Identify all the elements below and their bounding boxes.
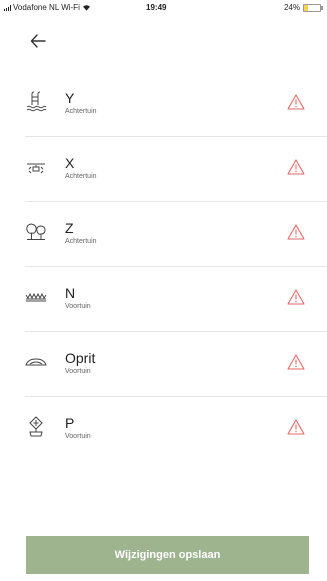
list-item[interactable]: Z Achtertuin — [25, 202, 327, 267]
item-title: N — [65, 285, 76, 301]
lawn-icon — [25, 292, 47, 302]
driveway-icon — [25, 358, 47, 366]
warning-icon — [287, 289, 305, 305]
sprinkler-icon — [27, 163, 45, 174]
battery-icon — [303, 3, 323, 12]
warning-icon — [287, 419, 305, 435]
carrier-label: Vodafone NL Wi-Fi — [13, 3, 80, 12]
item-subtitle: Voortuin — [65, 368, 91, 375]
warning-icon — [287, 94, 305, 110]
list-item[interactable]: Y Achtertuin — [25, 72, 327, 137]
trees-icon — [26, 223, 46, 240]
item-subtitle: Achtertuin — [65, 173, 97, 180]
status-time: 19:49 — [146, 3, 167, 12]
warning-icon — [287, 354, 305, 370]
item-subtitle: Achtertuin — [65, 108, 97, 115]
battery-fill — [304, 4, 308, 11]
wifi-icon — [82, 5, 90, 11]
status-bar: Vodafone NL Wi-Fi 19:49 24% — [0, 0, 327, 14]
status-right: 24% — [283, 3, 323, 12]
list-item[interactable]: N Voortuin — [25, 267, 327, 332]
status-left: Vodafone NL Wi-Fi — [4, 3, 91, 12]
item-title: P — [65, 415, 75, 431]
item-title: X — [65, 155, 75, 171]
list-item[interactable]: Oprit Voortuin — [25, 332, 327, 397]
item-subtitle: Voortuin — [65, 433, 91, 440]
signal-icon — [4, 4, 11, 11]
zone-list: Y Achtertuin X Achtertuin Z Achtertuin N… — [25, 72, 327, 461]
warning-icon — [287, 159, 305, 175]
item-title: Y — [65, 90, 75, 106]
save-button[interactable]: Wijzigingen opslaan — [26, 536, 309, 574]
battery-label: 24% — [283, 3, 300, 12]
item-subtitle: Voortuin — [65, 303, 91, 310]
item-title: Z — [65, 220, 74, 236]
back-button[interactable] — [26, 30, 50, 52]
pool-icon — [26, 91, 47, 112]
item-subtitle: Achtertuin — [65, 238, 97, 245]
arrow-left-icon — [30, 34, 46, 48]
list-item[interactable]: P Voortuin — [25, 397, 327, 461]
plant-icon — [29, 416, 43, 437]
warning-icon — [287, 224, 305, 240]
item-title: Oprit — [65, 350, 96, 366]
list-item[interactable]: X Achtertuin — [25, 137, 327, 202]
